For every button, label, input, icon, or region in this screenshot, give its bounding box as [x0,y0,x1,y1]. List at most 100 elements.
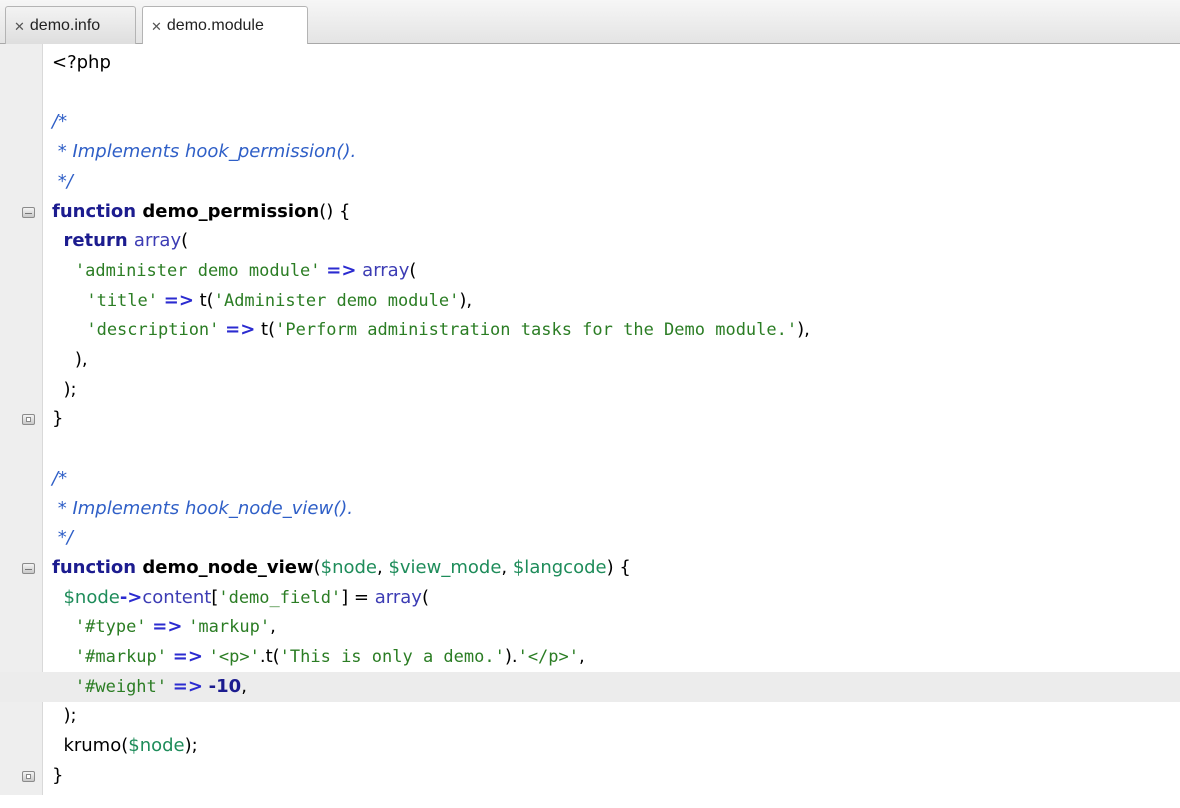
code-token: $node [128,735,185,756]
code-token: 'Perform administration tasks for the De… [275,320,798,340]
code-text: } [52,408,63,430]
code-token: 'demo_field' [218,588,342,608]
code-line[interactable]: $node->content['demo_field'] = array( [0,583,1180,613]
close-icon[interactable]: ✕ [14,19,25,35]
code-token: <?php [52,52,111,73]
code-line[interactable]: 'administer demo module' => array( [0,256,1180,286]
code-text: * Implements hook_permission(). [52,141,356,163]
code-line[interactable]: return array( [0,226,1180,256]
code-text: krumo($node); [52,735,198,757]
code-line[interactable] [0,434,1180,464]
code-editor[interactable]: <?php/* * Implements hook_permission(). … [0,44,1180,808]
code-token: () { [319,201,351,222]
code-token: '</p>' [517,647,579,667]
code-token: => [172,676,203,697]
code-token: ); [184,735,198,756]
close-icon[interactable]: ✕ [151,19,162,35]
code-line[interactable]: ), [0,345,1180,375]
code-line[interactable]: * Implements hook_node_view(). [0,494,1180,524]
code-token: ) { [606,557,631,578]
code-token: '#weight' [74,677,168,697]
code-line[interactable]: 'description' => t('Perform administrati… [0,315,1180,345]
code-token: content [142,587,212,608]
code-line[interactable]: '#markup' => '<p>'.t('This is only a dem… [0,642,1180,672]
code-line[interactable]: function demo_permission() { [0,197,1180,227]
code-token: */ [52,171,73,192]
code-line[interactable]: <?php [0,48,1180,78]
code-line[interactable]: ); [0,375,1180,405]
code-text: /* [52,468,67,490]
code-line[interactable]: '#type' => 'markup', [0,612,1180,642]
code-token: } [52,408,64,429]
code-text: ); [52,379,76,401]
code-line[interactable]: /* [0,464,1180,494]
code-text: '#type' => 'markup', [52,616,276,638]
code-token: ( [409,260,417,281]
code-token: -10 [208,676,242,697]
code-text: */ [52,527,73,549]
code-text: return array( [52,230,188,252]
code-token: '<p>' [208,647,260,667]
code-text: } [52,765,63,787]
code-token: * Implements hook_permission(). [52,141,357,162]
code-text: ), [52,349,88,371]
code-token: -> [119,587,143,608]
code-token: ). [504,646,518,667]
code-token: => [152,616,183,637]
code-token: 'Administer demo module' [213,291,460,311]
code-line[interactable]: */ [0,167,1180,197]
code-token: 'markup' [188,617,271,637]
fold-collapse-icon[interactable] [22,207,35,218]
code-token: $view_mode [388,557,502,578]
code-line[interactable]: } [0,404,1180,434]
code-token: } [52,765,64,786]
code-text: 'title' => t('Administer demo module'), [52,290,472,312]
code-token: .t( [259,646,280,667]
code-line[interactable]: /* [0,107,1180,137]
tab-demo-info[interactable]: ✕ demo.info [5,6,136,44]
fold-end-icon[interactable] [22,414,35,425]
code-token: t( [255,319,276,340]
code-token: => [163,290,194,311]
code-token: demo_node_view [142,557,314,578]
code-token: 'This is only a demo.' [279,647,505,667]
code-line[interactable]: 'title' => t('Administer demo module'), [0,286,1180,316]
code-text: 'description' => t('Perform administrati… [52,319,810,341]
code-line[interactable]: krumo($node); [0,731,1180,761]
code-token: function [52,557,143,578]
code-line[interactable]: */ [0,523,1180,553]
code-token: */ [52,527,73,548]
code-line[interactable]: * Implements hook_permission(). [0,137,1180,167]
tab-label: demo.module [166,17,264,34]
code-line[interactable]: function demo_node_view($node, $view_mod… [0,553,1180,583]
code-token: 'title' [86,291,158,311]
code-token: demo_permission [142,201,320,222]
fold-collapse-icon[interactable] [22,563,35,574]
code-text: function demo_node_view($node, $view_mod… [52,557,631,579]
code-token: /* [52,111,68,132]
code-token: => [172,646,203,667]
fold-end-icon[interactable] [22,771,35,782]
code-token: ] = [341,587,375,608]
tab-demo-module[interactable]: ✕ demo.module [142,6,308,45]
code-line[interactable] [0,78,1180,108]
code-token: $node [63,587,120,608]
code-token: , [241,676,247,697]
current-code-line[interactable]: '#weight' => -10, [0,672,1180,702]
code-line[interactable]: } [0,761,1180,791]
code-token: * Implements hook_node_view(). [52,498,353,519]
code-token: /* [52,468,68,489]
code-line[interactable]: ); [0,701,1180,731]
code-token: '#type' [74,617,147,637]
code-text: '#markup' => '<p>'.t('This is only a dem… [52,646,585,668]
code-text: */ [52,171,73,193]
code-token: '#markup' [74,647,168,667]
code-token: , [377,557,389,578]
code-token: return [63,230,134,251]
